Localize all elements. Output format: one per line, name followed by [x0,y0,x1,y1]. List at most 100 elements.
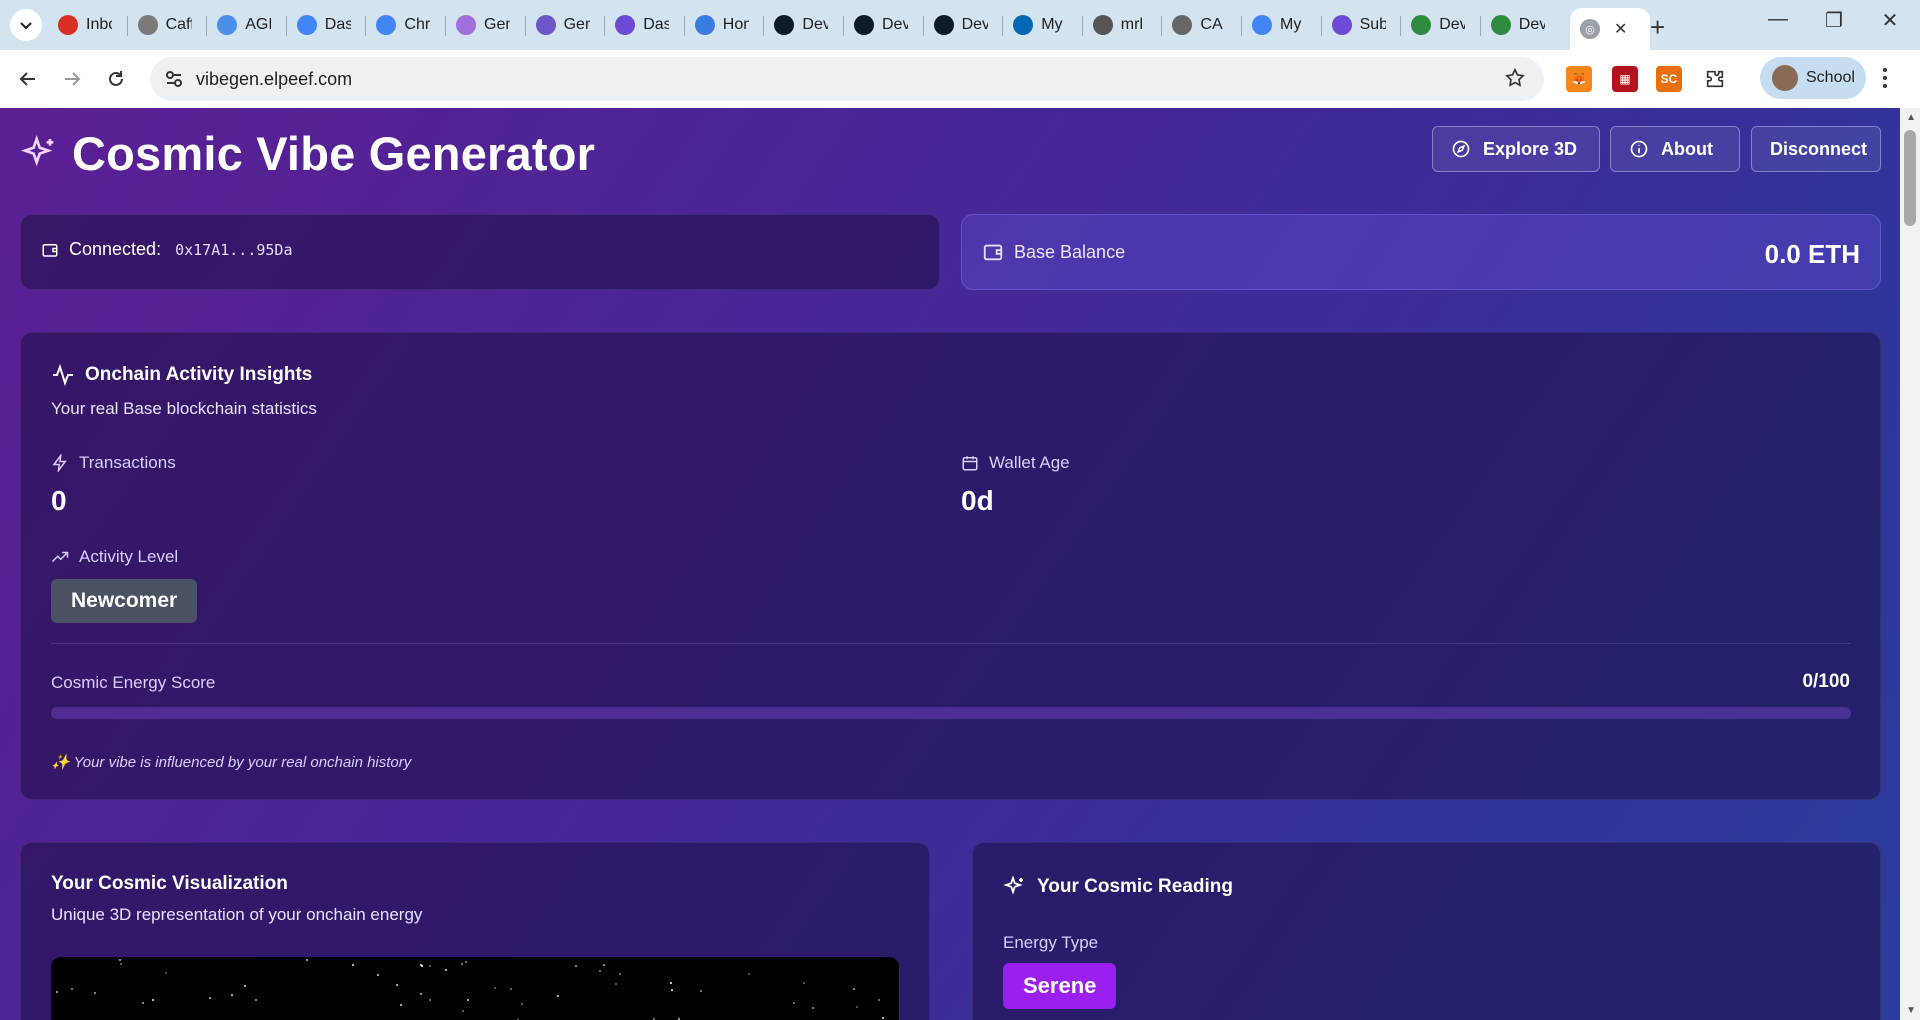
cosmic-3d-canvas[interactable] [51,957,899,1020]
star-dot [71,988,73,990]
tab-1[interactable]: Caffeine [128,8,206,42]
info-icon [1630,140,1648,158]
about-label: About [1661,138,1713,159]
star-dot [557,995,559,997]
tab-12[interactable]: My [1003,8,1081,42]
star-dot [120,963,122,965]
tab-13[interactable]: mrl [1083,8,1161,42]
close-tab-icon[interactable]: ✕ [1614,19,1627,39]
disconnect-button[interactable]: Disconnect [1751,126,1881,172]
explore-3d-button[interactable]: Explore 3D [1432,126,1600,172]
tab-7[interactable]: Dash [605,8,683,42]
tab-6[interactable]: Gen [526,8,604,42]
tab-0[interactable]: Inbox [48,8,126,42]
star-dot [165,972,167,974]
tab-10[interactable]: Dev [844,8,922,42]
tab-separator [1161,16,1163,36]
tab-5[interactable]: Gemini [446,8,524,42]
energy-type-badge: Serene [1003,963,1117,1009]
star-dot [494,987,496,989]
cosmic-energy-label: Cosmic Energy Score [51,673,216,692]
tab-15[interactable]: My [1242,8,1320,42]
star-dot [420,964,422,966]
minimize-icon[interactable]: — [1748,8,1808,31]
tab-separator [683,16,685,36]
reload-button[interactable] [100,63,132,95]
tab-2[interactable]: AGI [207,8,285,42]
star-dot [882,1017,884,1019]
tab-title: AGI [245,16,272,33]
wallet-age-label-row: Wallet Age [961,453,1070,473]
d-icon [774,15,795,35]
tab-separator [285,16,287,36]
tab-separator [1400,16,1402,36]
extensions-puzzle-icon[interactable] [1702,66,1728,92]
page-header: Cosmic Vibe Generator [20,126,595,181]
tab-8[interactable]: Home [685,8,763,42]
tab-title: My [1041,16,1063,33]
extension-sc-icon[interactable]: SC [1656,66,1682,92]
star-dot [306,959,308,961]
tab-9[interactable]: Dev [764,8,842,42]
star-dot [231,994,233,996]
tab-16[interactable]: Sub [1322,8,1400,42]
star-dot [461,963,463,965]
tab-title: Dash [643,16,670,33]
wallet-age-value: 0d [961,485,994,516]
forward-button[interactable] [56,63,88,95]
tab-title: Gen [563,16,590,33]
close-window-icon[interactable]: ✕ [1860,8,1920,33]
new-tab-button[interactable]: + [1650,12,1665,43]
address-bar[interactable]: vibegen.elpeef.com [150,57,1544,101]
tab-3[interactable]: Dash [287,8,365,42]
extension-red-icon[interactable]: ▦ [1612,66,1638,92]
tab-title: Home [722,16,749,33]
reading-title: Your Cosmic Reading [1037,876,1234,897]
star-dot [575,965,577,967]
tab-17[interactable]: Dev [1401,8,1479,42]
cosmic-energy-value: 0/100 [1802,671,1850,692]
page-viewport: Cosmic Vibe Generator Explore 3D About D… [0,108,1920,1020]
web-icon [217,15,238,35]
site-info-icon[interactable] [164,69,184,89]
url-text[interactable]: vibegen.elpeef.com [196,69,352,90]
tab-title: Dash [324,16,351,33]
tab-separator [365,16,367,36]
gemini-icon [456,15,476,35]
insights-card: Onchain Activity Insights Your real Base… [20,332,1881,800]
activity-level-label: Activity Level [79,547,179,566]
tab-separator [1320,16,1322,36]
disconnect-label: Disconnect [1770,138,1868,159]
tab-title: Chrome [404,16,431,33]
star-dot [244,985,246,987]
tab-separator [763,16,765,36]
metamask-icon[interactable]: 🦊 [1566,66,1592,92]
tab-separator [126,16,128,36]
page-scrollbar[interactable]: ▲ ▼ [1900,108,1920,1020]
tab-separator [1241,16,1242,36]
scroll-up-icon[interactable]: ▲ [1906,112,1916,123]
tab-active[interactable]: ◎ ✕ [1570,8,1650,50]
back-button[interactable] [12,63,44,95]
scroll-thumb[interactable] [1904,130,1916,226]
star-dot [209,997,211,999]
gmail-icon [58,15,78,35]
restore-icon[interactable]: ❐ [1804,8,1864,33]
wallet-card: Connected: 0x17A1...95Da [20,214,940,290]
tab-18[interactable]: Dev [1481,8,1559,42]
profile-button[interactable]: School [1760,57,1866,99]
star-dot [619,973,621,975]
tab-4[interactable]: Chrome [366,8,444,42]
star-dot [700,990,702,992]
bookmark-star-icon[interactable] [1504,67,1526,89]
more-menu-icon[interactable] [1882,66,1888,90]
tab-14[interactable]: CA [1162,8,1240,42]
about-button[interactable]: About [1610,126,1740,172]
github-icon [1092,15,1113,35]
star-dot [670,982,672,984]
globe-icon: ◎ [1580,19,1600,39]
tab-search-button[interactable] [10,9,42,41]
scroll-down-icon[interactable]: ▼ [1906,1005,1916,1016]
star-dot [429,965,431,967]
tab-11[interactable]: Dev [924,8,1002,42]
